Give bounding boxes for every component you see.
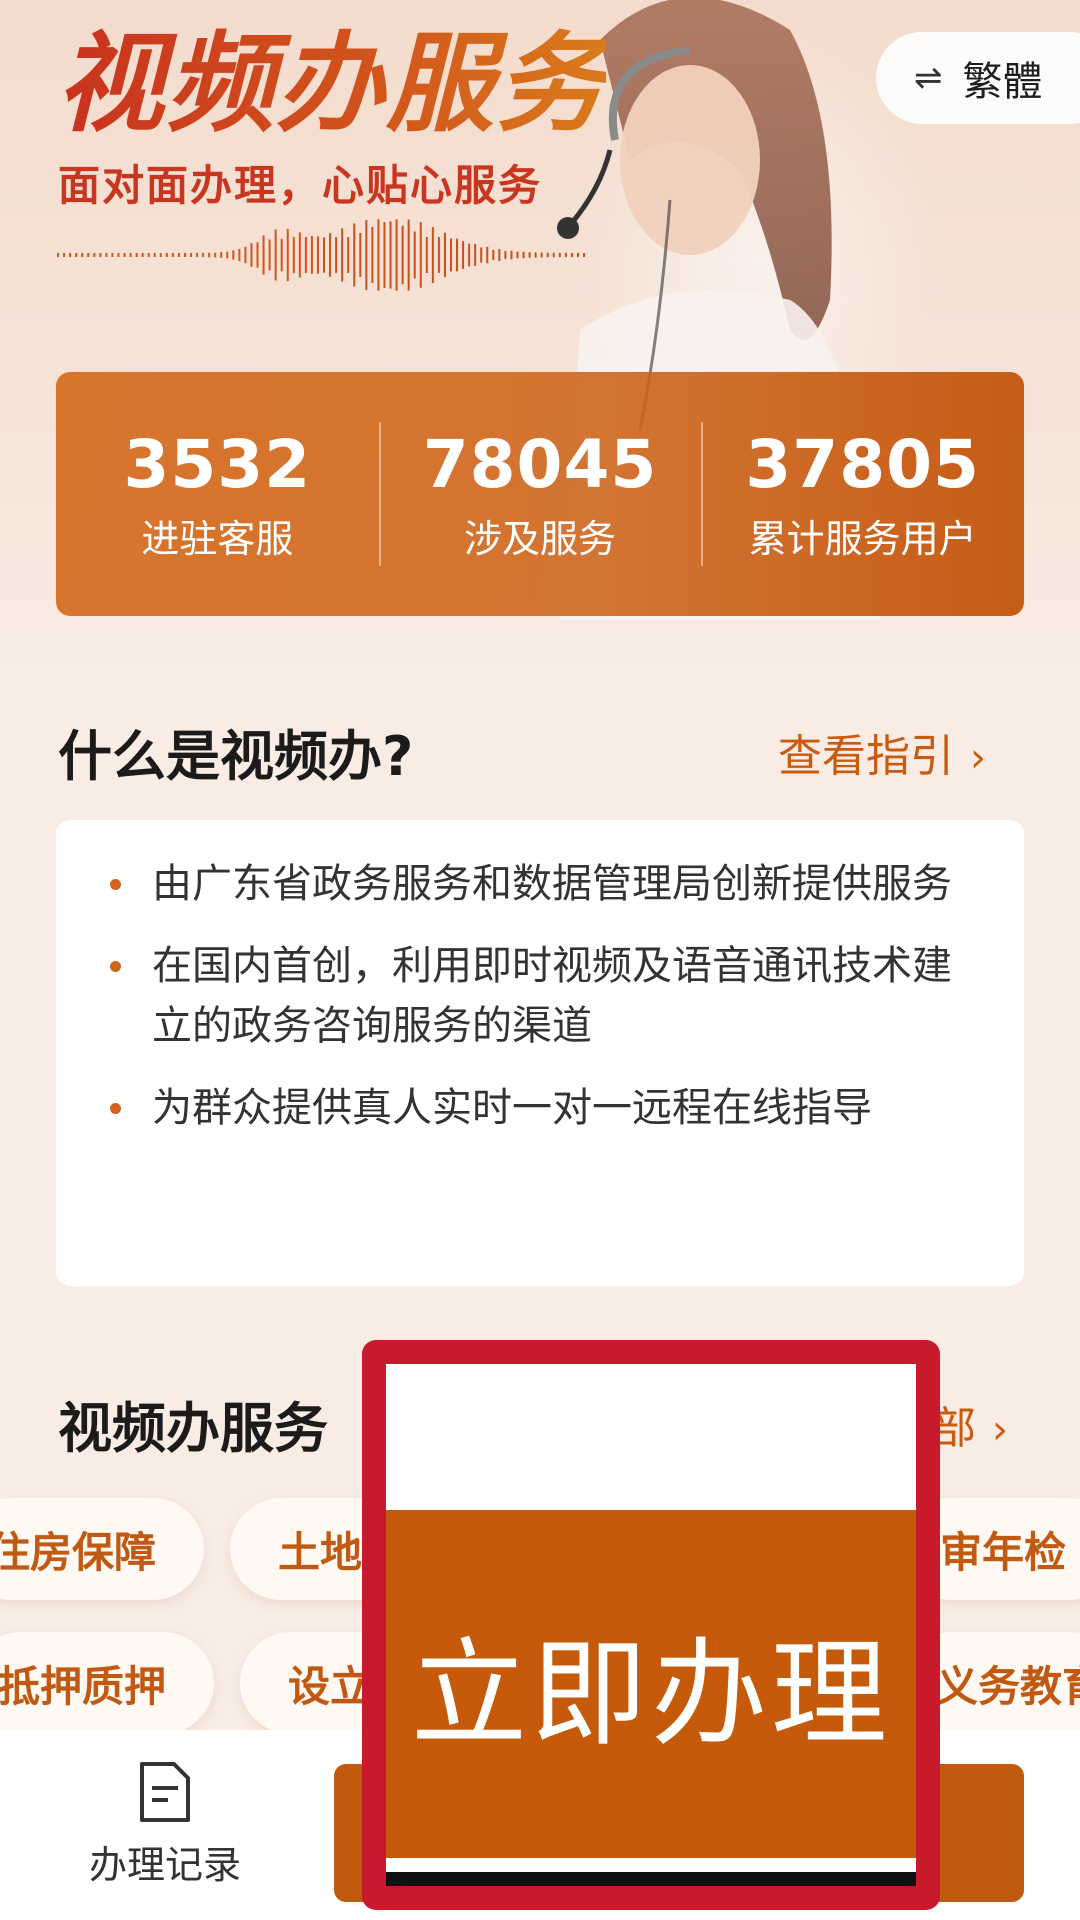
popup-bottom-line: [386, 1872, 916, 1886]
stat-value: 3532: [123, 425, 312, 503]
page-title: 视频办服务: [56, 20, 606, 150]
service-chip[interactable]: 抵押质押: [0, 1632, 214, 1734]
view-guide-link[interactable]: 查看指引 ›: [778, 720, 986, 784]
chevron-right-icon: ›: [992, 1407, 1008, 1453]
record-label: 办理记录: [88, 1843, 241, 1887]
highlight-overlay[interactable]: 立即办理: [362, 1340, 940, 1910]
stat-value: 78045: [422, 425, 658, 503]
document-icon: [140, 1762, 190, 1822]
stat-label: 涉及服务: [464, 516, 617, 561]
stats-panel: 3532 进驻客服 78045 涉及服务 37805 累计服务用户: [56, 372, 1024, 616]
about-item: 为群众提供真人实时一对一远程在线指导: [110, 1078, 964, 1138]
record-tab[interactable]: 办理记录: [60, 1760, 270, 1890]
services-section-title: 视频办服务: [58, 1397, 328, 1460]
stat-services: 78045 涉及服务: [378, 414, 702, 574]
stat-value: 37805: [745, 425, 980, 503]
stat-agents: 3532 进驻客服: [56, 414, 379, 574]
chevron-right-icon: ›: [970, 735, 986, 781]
about-item: 由广东省政务服务和数据管理局创新提供服务: [110, 854, 964, 914]
popup-button[interactable]: 立即办理: [386, 1510, 916, 1858]
about-section-title: 什么是视频办?: [58, 725, 414, 788]
swap-icon: ⇌: [914, 58, 943, 98]
stat-label: 进驻客服: [141, 516, 294, 561]
popup-button-label: 立即办理: [411, 1627, 891, 1762]
page-subtitle: 面对面办理，心贴心服务: [58, 161, 543, 210]
stat-label: 累计服务用户: [748, 516, 977, 561]
language-toggle-button[interactable]: ⇌ 繁體: [876, 32, 1080, 124]
about-item: 在国内首创，利用即时视频及语音通讯技术建立的政务咨询服务的渠道: [110, 936, 964, 1056]
language-toggle-label: 繁體: [962, 59, 1043, 105]
view-all-link[interactable]: 部 ›: [932, 1392, 1008, 1456]
about-card: 由广东省政务服务和数据管理局创新提供服务 在国内首创，利用即时视频及语音通讯技术…: [56, 820, 1024, 1286]
stat-users: 37805 累计服务用户: [701, 414, 1024, 574]
service-chip[interactable]: 住房保障: [0, 1498, 204, 1600]
sound-wave-decoration: [57, 219, 585, 291]
view-guide-label: 查看指引: [778, 731, 954, 782]
